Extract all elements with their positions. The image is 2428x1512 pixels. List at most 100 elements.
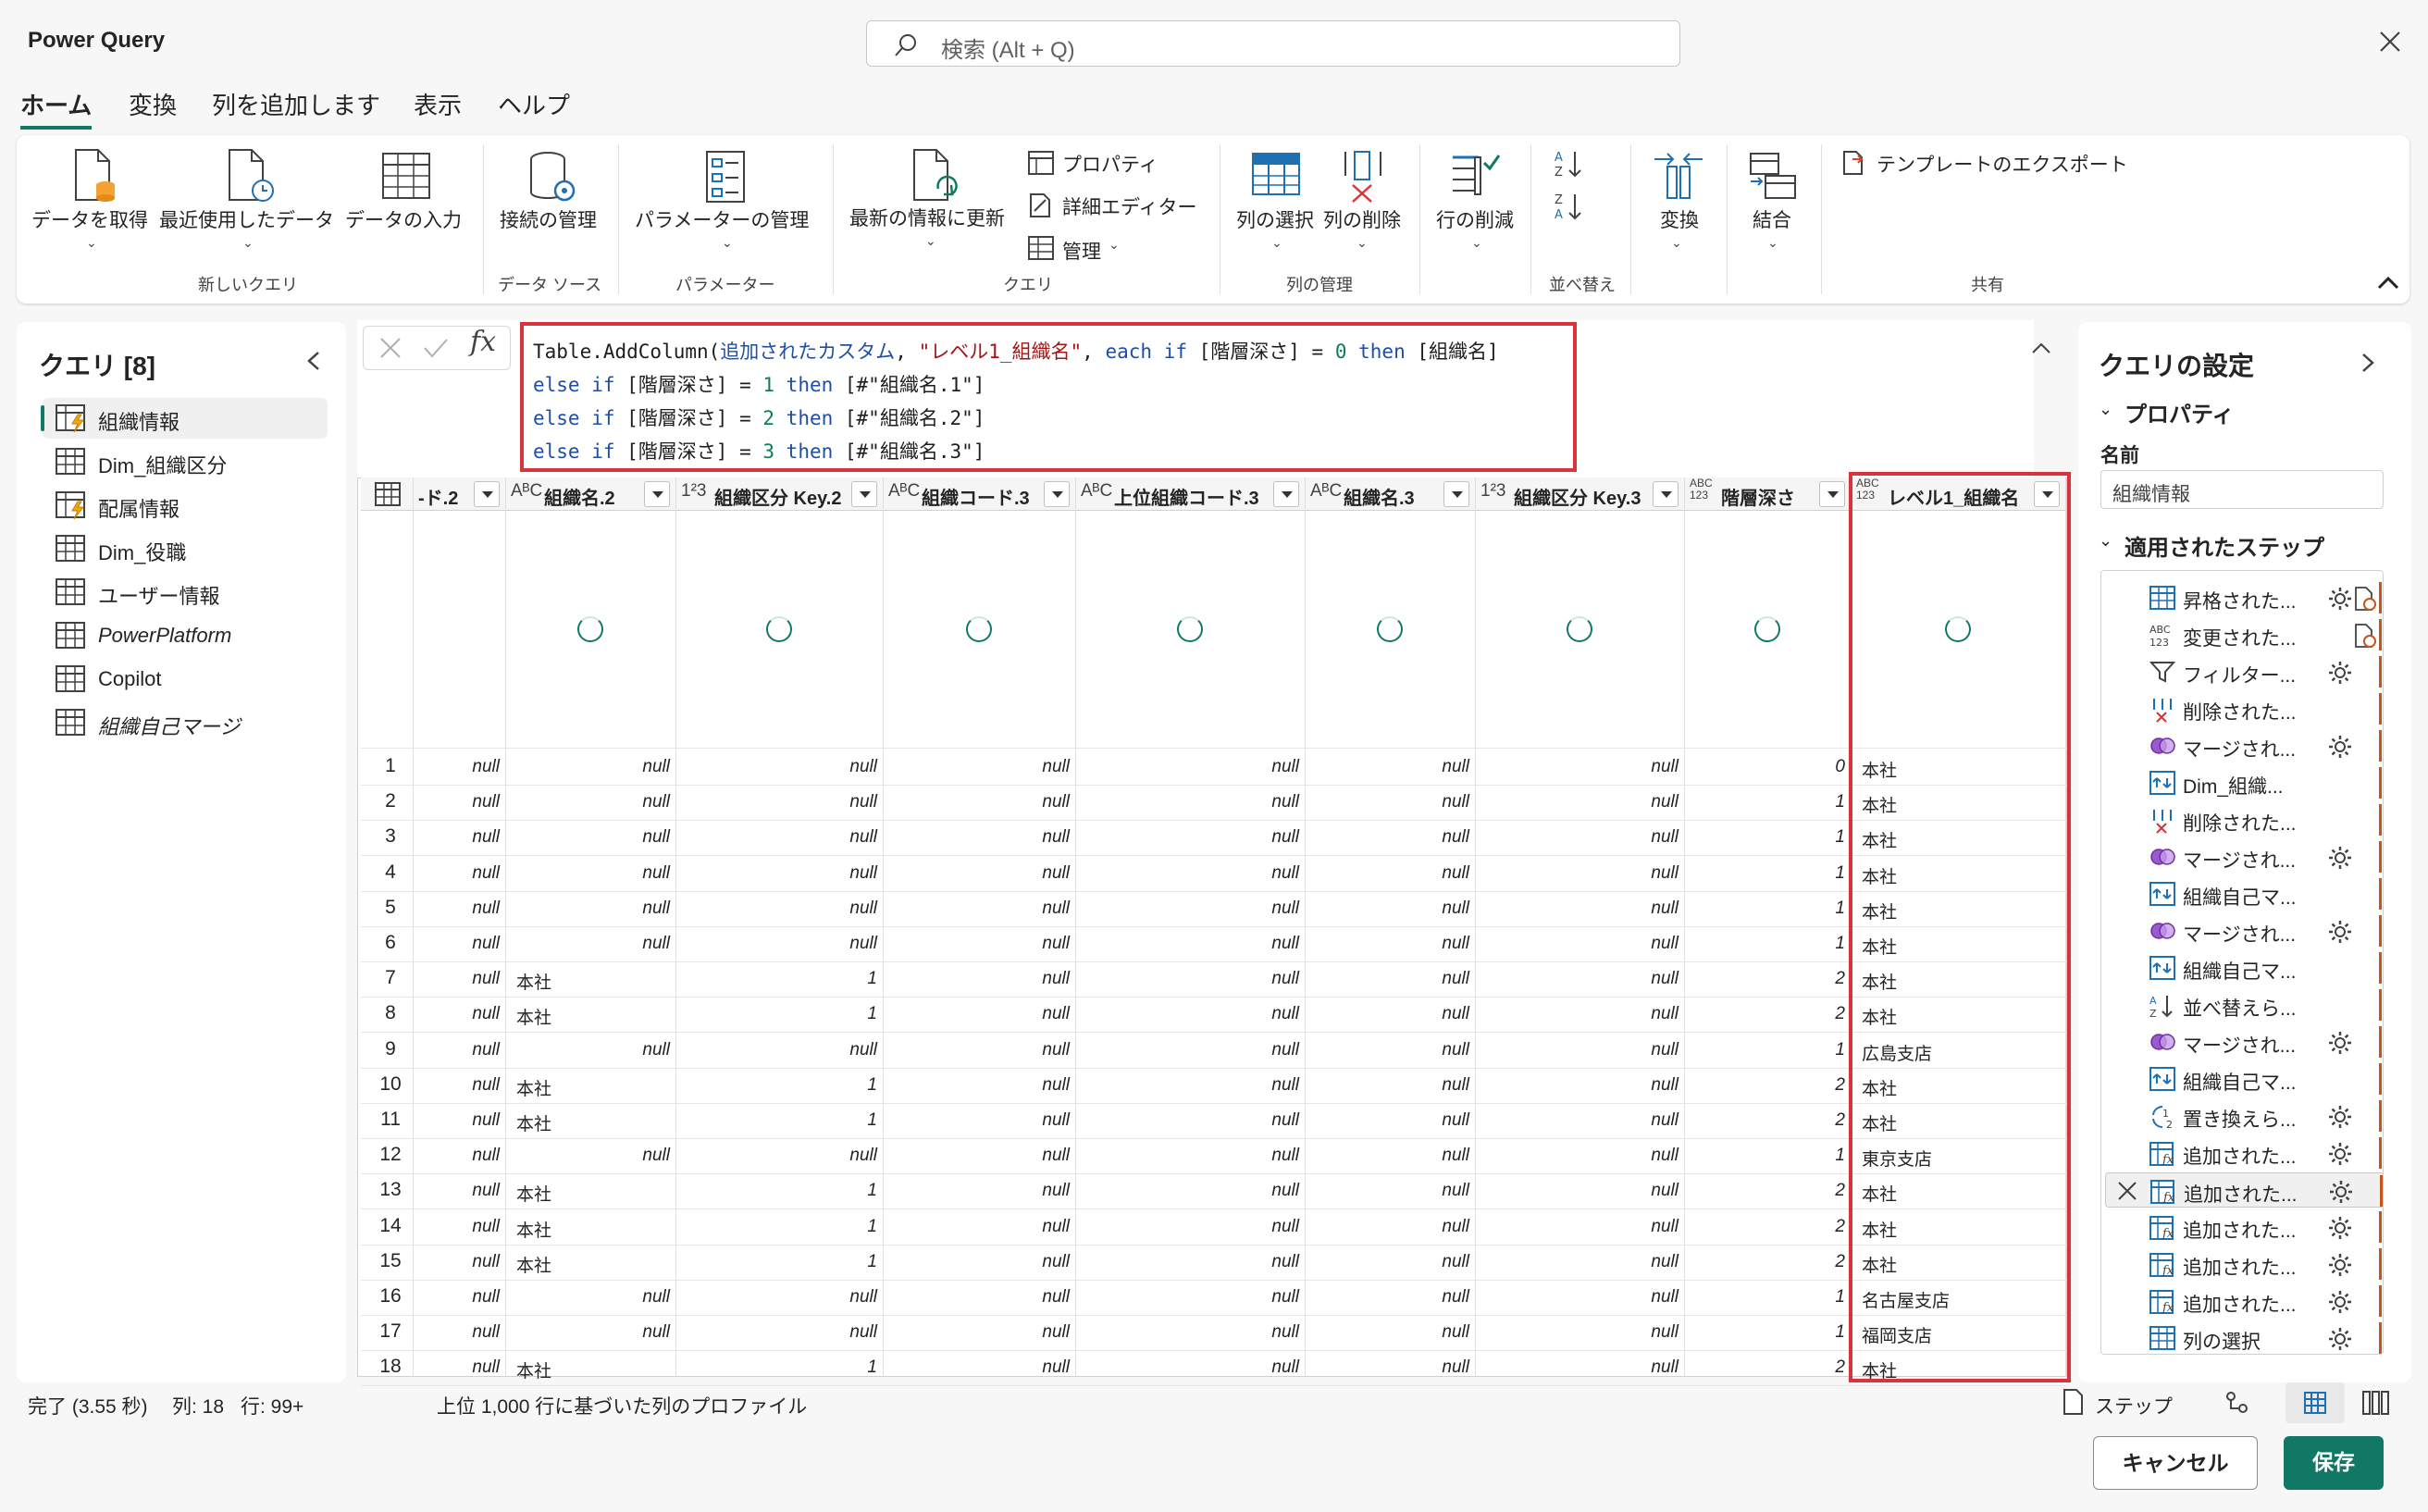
table-cell[interactable]: null — [1075, 1110, 1299, 1131]
applied-step[interactable]: 列の選択 — [2105, 1320, 2383, 1354]
table-cell[interactable]: null — [883, 1040, 1070, 1060]
gear-icon[interactable] — [2327, 586, 2353, 617]
table-cell[interactable]: null — [1305, 1075, 1469, 1096]
table-cell[interactable]: null — [675, 1322, 877, 1343]
applied-step[interactable]: fx 追加された... — [2105, 1209, 2383, 1245]
applied-step[interactable]: fx 追加された... — [2105, 1135, 2383, 1171]
table-cell[interactable]: 1 — [675, 1217, 877, 1237]
applied-step[interactable]: マージされ... — [2105, 728, 2383, 765]
table-cell[interactable]: null — [1305, 1217, 1469, 1237]
table-cell[interactable]: null — [883, 792, 1070, 812]
gear-icon[interactable] — [2327, 1252, 2353, 1283]
table-cell[interactable]: null — [883, 899, 1070, 919]
query-item[interactable]: Dim_組織区分 — [43, 441, 328, 482]
table-cell[interactable]: null — [1475, 899, 1679, 919]
applied-step[interactable]: 削除された... — [2105, 802, 2383, 837]
export-template-button[interactable]: テンプレートのエクスポート — [1877, 150, 2128, 178]
table-cell[interactable]: null — [675, 1040, 877, 1060]
table-cell[interactable]: 本社 — [516, 1075, 551, 1100]
table-cell[interactable]: 1 — [1684, 934, 1845, 954]
column-header[interactable]: 組織名.2 — [544, 483, 615, 510]
tab-transform[interactable]: 変換 — [129, 87, 177, 130]
table-cell[interactable]: null — [883, 1252, 1070, 1272]
table-cell[interactable]: null — [1075, 1252, 1299, 1272]
table-cell[interactable]: null — [1075, 1287, 1299, 1308]
table-cell[interactable]: 2 — [1684, 1217, 1845, 1237]
row-number[interactable]: 15 — [363, 1250, 418, 1272]
column-filter-dropdown[interactable] — [1273, 481, 1299, 507]
table-cell[interactable]: 2 — [1684, 1252, 1845, 1272]
applied-step[interactable]: マージされ... — [2105, 1024, 2383, 1060]
tab-home[interactable]: ホーム — [20, 87, 93, 130]
manage-parameters-button[interactable]: パラメーターの管理 — [635, 205, 809, 233]
table-cell[interactable]: null — [1475, 1322, 1679, 1343]
row-number[interactable]: 4 — [363, 861, 418, 884]
applied-step[interactable]: フィルター... — [2105, 654, 2383, 689]
column-type-icon[interactable]: AᴮC — [1310, 481, 1342, 502]
table-cell[interactable]: null — [1475, 1004, 1679, 1024]
collapse-formula-icon[interactable] — [2030, 337, 2052, 361]
table-cell[interactable]: null — [675, 1287, 877, 1308]
table-cell[interactable]: 2 — [1684, 1075, 1845, 1096]
table-cell[interactable]: null — [505, 934, 670, 954]
table-cell[interactable]: 1 — [1684, 899, 1845, 919]
combine-button[interactable]: 結合 — [1753, 205, 1791, 233]
table-cell[interactable]: null — [1475, 1040, 1679, 1060]
table-cell[interactable]: null — [1305, 969, 1469, 989]
row-number[interactable]: 10 — [363, 1073, 418, 1096]
table-cell[interactable]: 1 — [1684, 1322, 1845, 1343]
table-cell[interactable]: null — [413, 1146, 500, 1166]
table-cell[interactable]: null — [413, 757, 500, 777]
applied-step[interactable]: マージされ... — [2105, 839, 2383, 874]
table-cell[interactable]: null — [1305, 757, 1469, 777]
table-cell[interactable]: null — [1075, 863, 1299, 884]
table-cell[interactable]: null — [1305, 863, 1469, 884]
search-input[interactable]: 検索 (Alt + Q) — [866, 20, 1680, 67]
column-header[interactable]: 階層深さ — [1721, 483, 1795, 510]
table-cell[interactable]: 2 — [1684, 969, 1845, 989]
table-cell[interactable]: null — [505, 1287, 670, 1308]
table-cell[interactable]: 1 — [675, 1075, 877, 1096]
table-cell[interactable]: null — [1475, 757, 1679, 777]
table-cell[interactable]: null — [883, 1110, 1070, 1131]
table-cell[interactable]: null — [1475, 792, 1679, 812]
diagram-view-icon[interactable] — [2224, 1390, 2250, 1421]
table-cell[interactable]: null — [1075, 792, 1299, 812]
table-cell[interactable]: 1 — [675, 1004, 877, 1024]
row-number[interactable]: 17 — [363, 1320, 418, 1343]
table-cell[interactable]: null — [1305, 1146, 1469, 1166]
row-number[interactable]: 13 — [363, 1179, 418, 1201]
applied-step[interactable]: 昇格された... — [2105, 580, 2383, 617]
table-cell[interactable]: null — [1075, 1217, 1299, 1237]
tab-add-column[interactable]: 列を追加します — [212, 87, 380, 130]
row-number[interactable]: 6 — [363, 932, 418, 954]
applied-step[interactable]: A Z 並べ替えら... — [2105, 987, 2383, 1022]
advanced-editor-button[interactable]: 詳細エディター — [1062, 192, 1197, 220]
column-filter-dropdown[interactable] — [851, 481, 877, 507]
table-cell[interactable]: 0 — [1684, 757, 1845, 777]
collapse-ribbon-icon[interactable] — [2376, 272, 2400, 296]
expand-settings-icon[interactable] — [2358, 350, 2378, 381]
table-cell[interactable]: null — [1305, 1181, 1469, 1201]
gear-icon[interactable] — [2327, 734, 2353, 765]
table-cell[interactable]: 1 — [1684, 827, 1845, 848]
table-cell[interactable]: null — [413, 934, 500, 954]
table-cell[interactable]: 本社 — [516, 1217, 551, 1242]
commit-formula-icon[interactable] — [422, 335, 450, 366]
table-cell[interactable]: null — [1075, 969, 1299, 989]
table-cell[interactable]: null — [883, 757, 1070, 777]
table-cell[interactable]: null — [883, 1322, 1070, 1343]
table-cell[interactable]: null — [675, 827, 877, 848]
row-number[interactable]: 9 — [363, 1038, 418, 1060]
table-cell[interactable]: null — [1475, 1146, 1679, 1166]
table-cell[interactable]: null — [1305, 934, 1469, 954]
table-cell[interactable]: 1 — [1684, 1287, 1845, 1308]
table-cell[interactable]: null — [1475, 934, 1679, 954]
schema-view-icon[interactable] — [2361, 1390, 2391, 1421]
gear-icon[interactable] — [2327, 1104, 2353, 1135]
table-cell[interactable]: null — [883, 1004, 1070, 1024]
row-number[interactable]: 1 — [363, 755, 418, 777]
table-cell[interactable]: null — [675, 863, 877, 884]
table-cell[interactable]: null — [1075, 934, 1299, 954]
table-cell[interactable]: null — [1075, 1146, 1299, 1166]
